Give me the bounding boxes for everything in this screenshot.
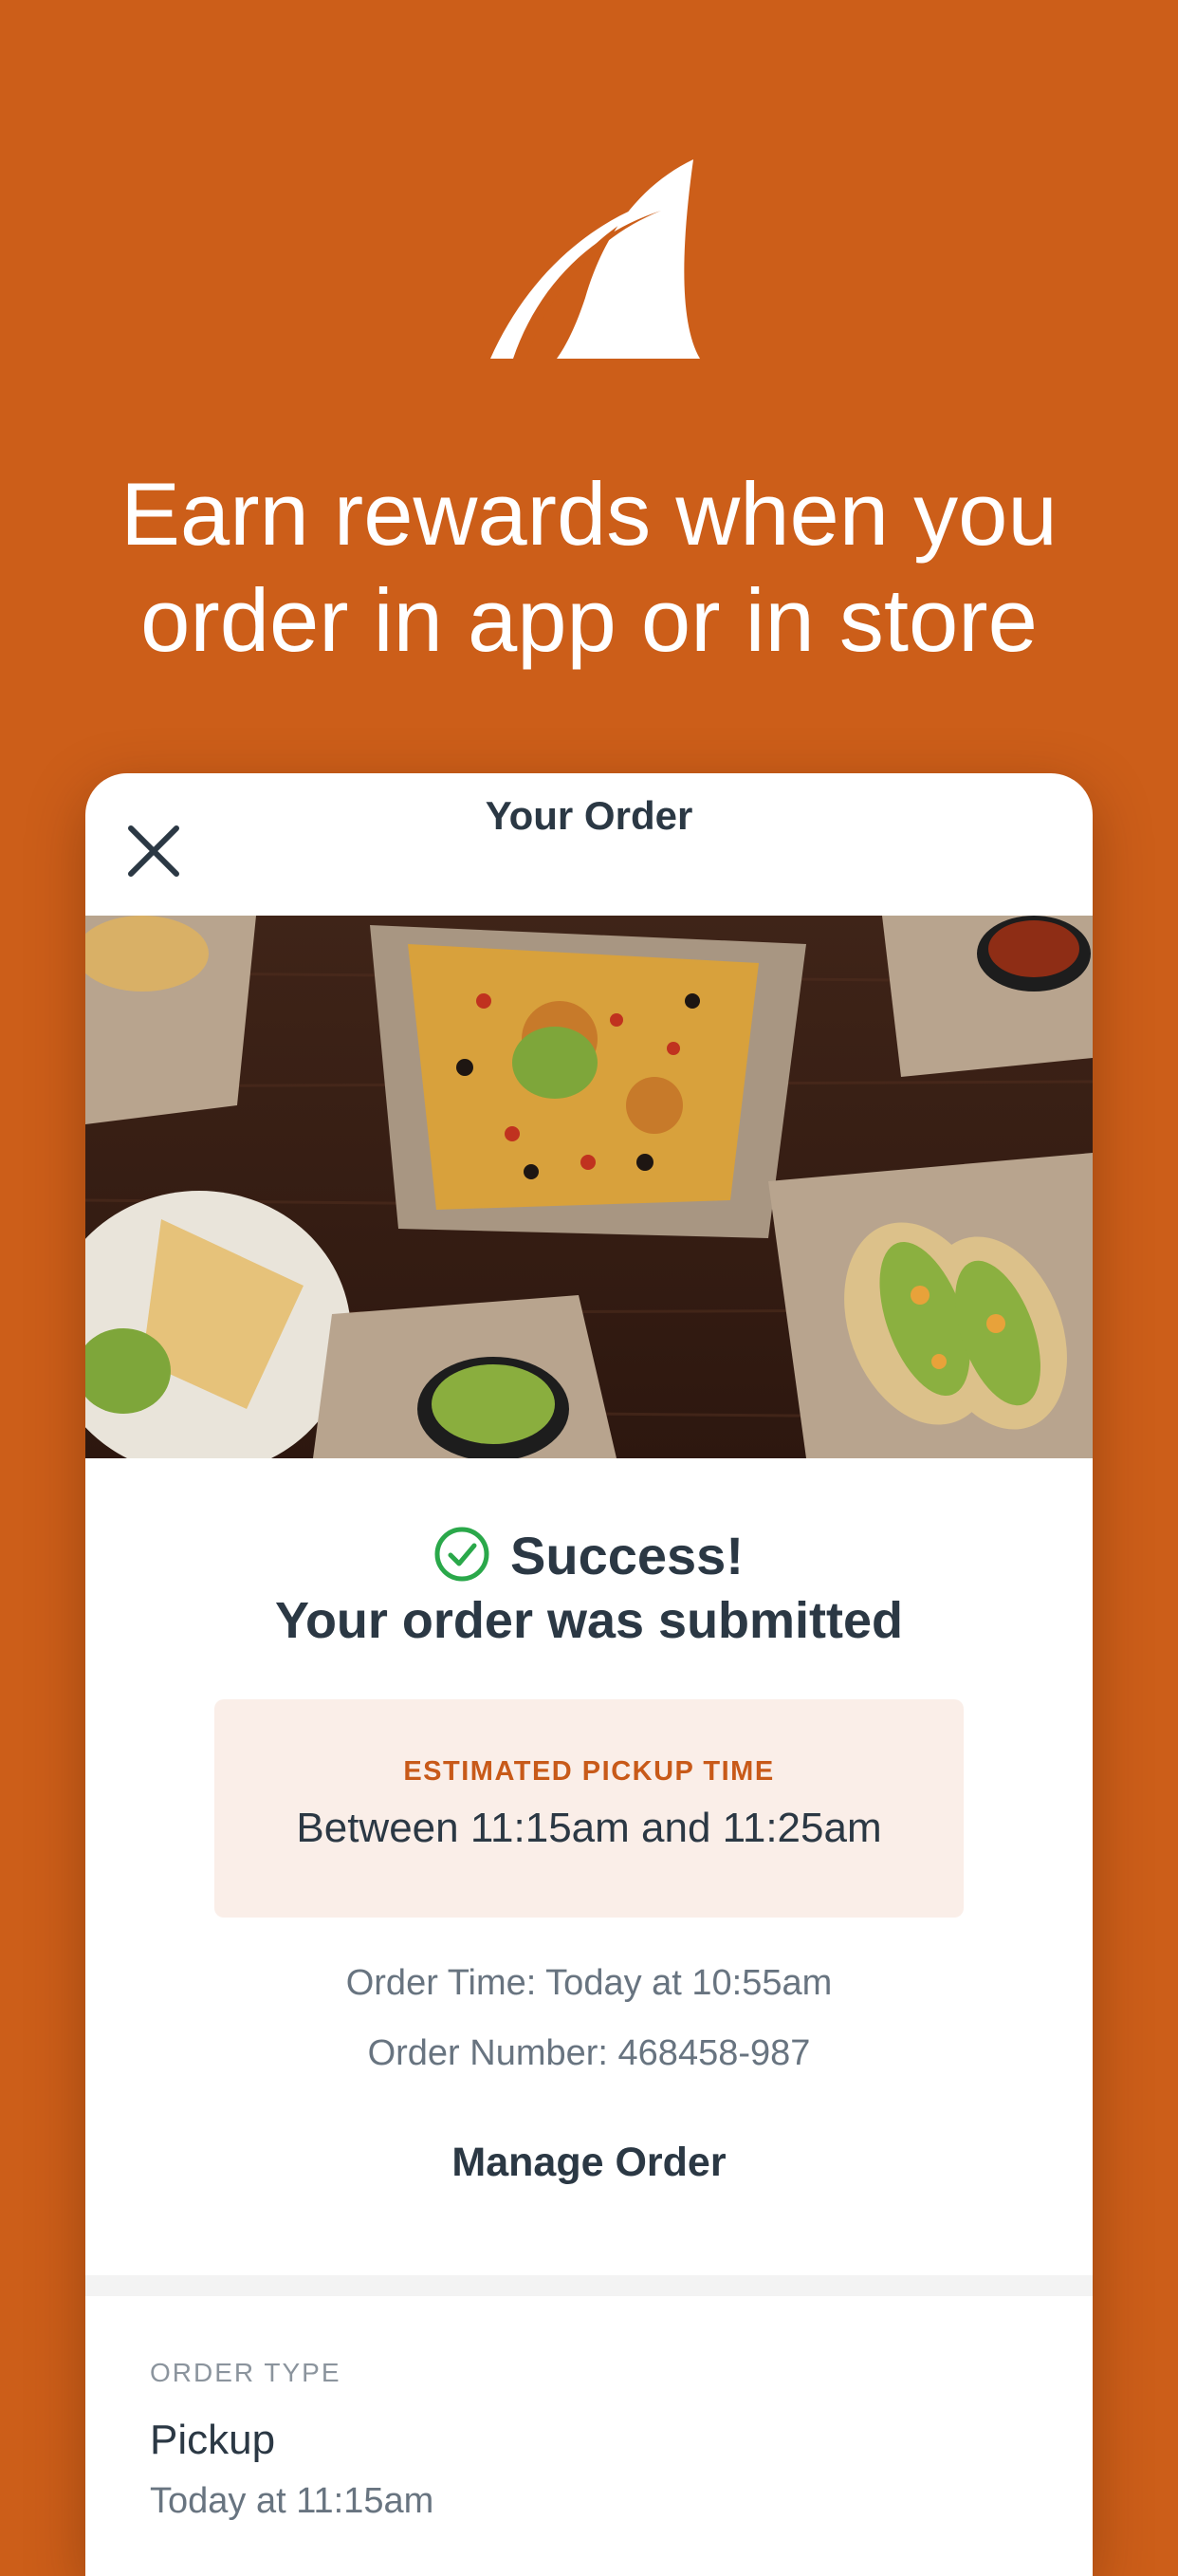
pickup-time-box: ESTIMATED PICKUP TIME Between 11:15am an… xyxy=(214,1699,964,1918)
success-subtitle: Your order was submitted xyxy=(274,1592,904,1649)
headline-line-1: Earn rewards when you xyxy=(120,464,1058,564)
manage-order-button[interactable]: Manage Order xyxy=(85,2140,1093,2186)
shark-fin-logo-icon xyxy=(490,159,700,359)
food-photo xyxy=(85,916,1093,1458)
headline-line-2: order in app or in store xyxy=(140,570,1038,670)
check-circle-icon xyxy=(434,1527,489,1582)
order-card: Your Order Success! Your order was submi… xyxy=(85,773,1093,2576)
section-divider xyxy=(85,2275,1093,2296)
order-time: Order Time: Today at 10:55am xyxy=(345,1963,833,2003)
close-icon[interactable] xyxy=(125,823,182,880)
card-header: Your Order xyxy=(85,773,1093,916)
order-type-time: Today at 11:15am xyxy=(150,2481,434,2521)
success-heading: Success! xyxy=(85,1523,1093,1589)
promo-headline: Earn rewards when you order in app or in… xyxy=(0,461,1178,674)
success-title: Success! xyxy=(510,1526,744,1585)
order-type-value: Pickup xyxy=(150,2417,276,2463)
order-type-label: ORDER TYPE xyxy=(150,2358,341,2387)
pickup-label: ESTIMATED PICKUP TIME xyxy=(403,1756,775,1787)
order-type-section: ORDER TYPE Pickup Today at 11:15am xyxy=(150,2358,433,2522)
card-title: Your Order xyxy=(485,793,693,838)
pickup-window: Between 11:15am and 11:25am xyxy=(296,1805,882,1851)
order-number: Order Number: 468458-987 xyxy=(367,2033,811,2073)
